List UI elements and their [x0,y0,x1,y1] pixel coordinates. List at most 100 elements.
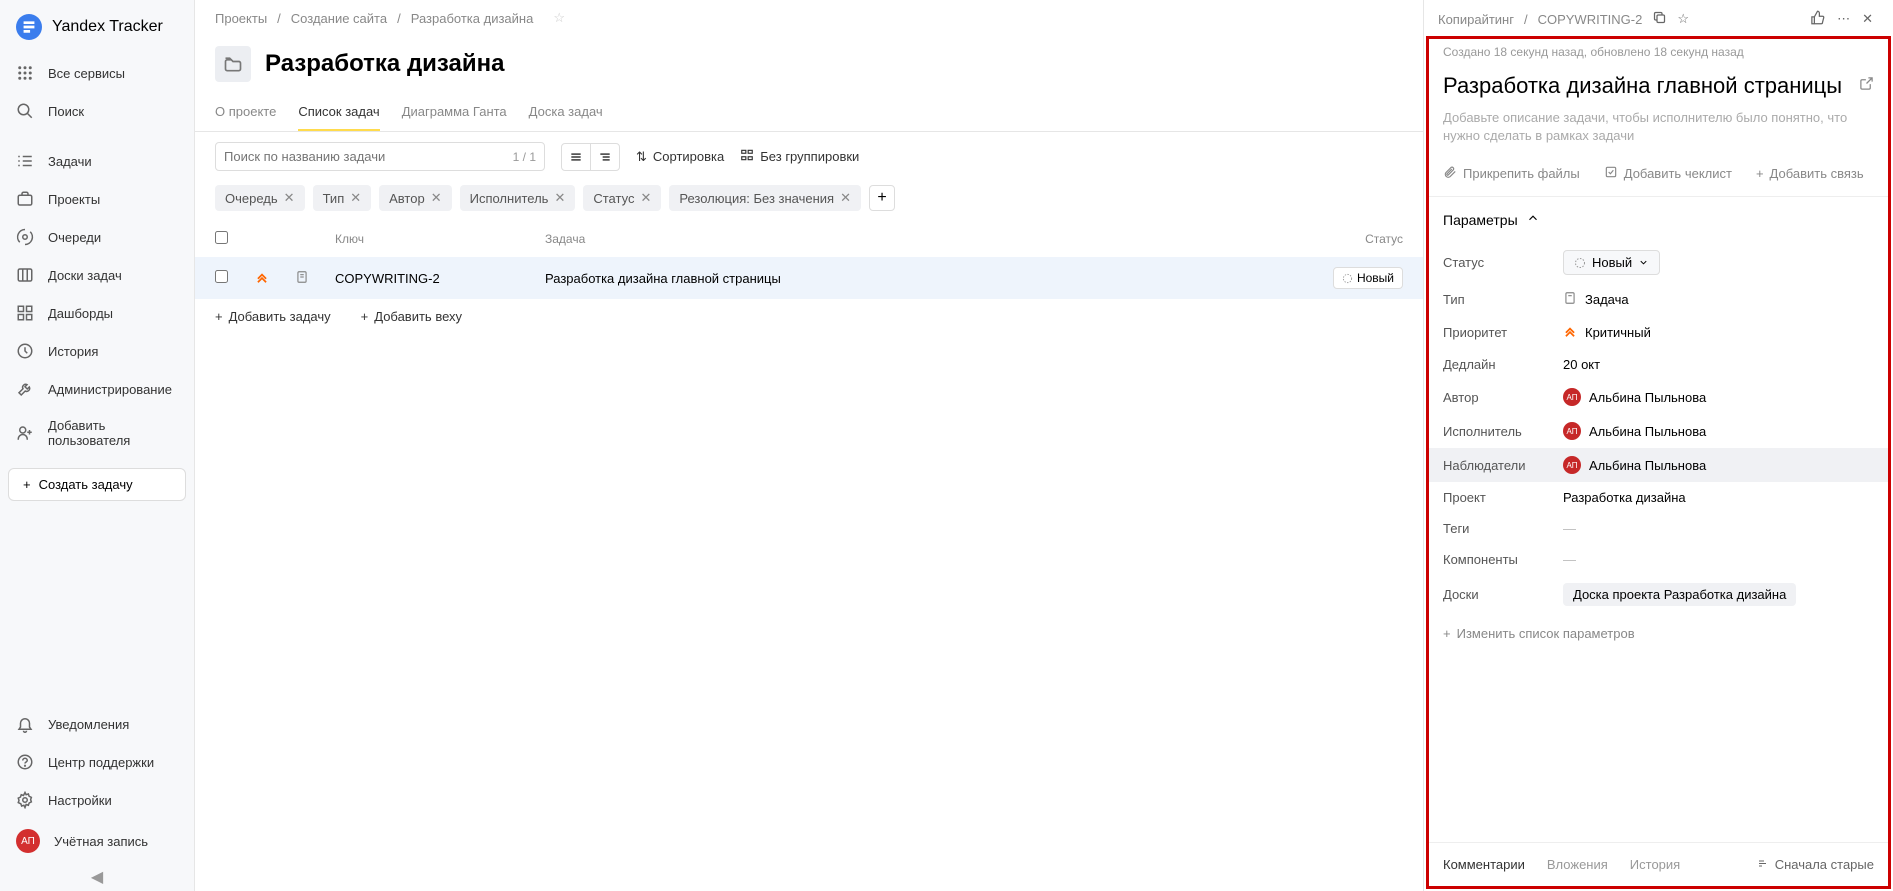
tab-gantt[interactable]: Диаграмма Ганта [402,96,507,131]
add-task-link[interactable]: +Добавить задачу [215,309,331,324]
close-icon[interactable]: ✕ [554,190,565,206]
sidebar-item-dashboards[interactable]: Дашборды [0,294,194,332]
params-header[interactable]: Параметры [1429,197,1888,242]
group-button[interactable]: Без группировки [740,148,859,165]
breadcrumb-l1[interactable]: Проекты [215,11,267,26]
filter-resolution[interactable]: Резолюция: Без значения✕ [669,185,861,211]
param-boards[interactable]: Доски Доска проекта Разработка дизайна [1429,575,1888,614]
tab-board[interactable]: Доска задач [529,96,603,131]
external-link-icon[interactable] [1859,76,1874,96]
add-filter-button[interactable]: + [869,185,895,211]
breadcrumb-l2[interactable]: Создание сайта [291,11,387,26]
close-icon[interactable]: ✕ [1862,11,1873,27]
group-icon [740,148,754,165]
plus-icon: + [23,477,31,492]
view-list-button[interactable] [561,143,591,171]
close-icon[interactable]: ✕ [350,190,361,206]
task-key: COPYWRITING-2 [335,271,545,286]
filter-assignee[interactable]: Исполнитель✕ [460,185,576,211]
add-link-button[interactable]: +Добавить связь [1756,165,1864,182]
thumbs-up-icon[interactable] [1810,10,1825,28]
page-header: Разработка дизайна [195,36,1423,86]
param-components[interactable]: Компоненты — [1429,544,1888,575]
task-name: Разработка дизайна главной страницы [545,271,1323,286]
toolbar: 1 / 1 ⇅ Сортировка Без группировки [195,132,1423,181]
filter-type[interactable]: Тип✕ [313,185,372,211]
select-all-checkbox[interactable] [215,231,228,244]
param-deadline[interactable]: Дедлайн 20 окт [1429,349,1888,380]
sidebar-item-support[interactable]: Центр поддержки [0,743,194,781]
create-task-button[interactable]: + Создать задачу [8,468,186,501]
col-key-header[interactable]: Ключ [335,232,545,246]
collapse-sidebar[interactable]: ◀ [0,863,194,891]
page-title: Разработка дизайна [265,50,504,78]
param-priority[interactable]: Приоритет Критичный [1429,316,1888,349]
sidebar-item-add-user[interactable]: Добавить пользователя [0,408,194,458]
search-input[interactable] [224,149,513,164]
filter-queue[interactable]: Очередь✕ [215,185,305,211]
sidebar-item-services[interactable]: Все сервисы [0,54,194,92]
status-selector[interactable]: Новый [1563,250,1660,275]
col-task-header[interactable]: Задача [545,232,1323,246]
brand-header[interactable]: Yandex Tracker [0,0,194,54]
sidebar-item-projects[interactable]: Проекты [0,180,194,218]
sidebar-item-admin[interactable]: Администрирование [0,370,194,408]
sort-button[interactable]: ⇅ Сортировка [636,149,724,165]
param-tags[interactable]: Теги — [1429,513,1888,544]
star-icon[interactable]: ☆ [553,10,565,26]
panel-bc2[interactable]: COPYWRITING-2 [1538,12,1643,27]
param-watchers[interactable]: Наблюдатели АПАльбина Пыльнова [1429,448,1888,482]
sidebar-item-notifications[interactable]: Уведомления [0,705,194,743]
breadcrumb-l3[interactable]: Разработка дизайна [411,11,534,26]
plus-icon: + [1756,166,1764,181]
params-title: Параметры [1443,212,1518,228]
sidebar-item-search[interactable]: Поиск [0,92,194,130]
sidebar-item-account[interactable]: АП Учётная запись [0,819,194,863]
param-assignee[interactable]: Исполнитель АПАльбина Пыльнова [1429,414,1888,448]
sidebar-item-tasks[interactable]: Задачи [0,142,194,180]
filter-author[interactable]: Автор✕ [379,185,451,211]
star-icon[interactable]: ☆ [1677,11,1689,27]
tab-attachments[interactable]: Вложения [1547,857,1608,872]
sidebar-item-queues[interactable]: Очереди [0,218,194,256]
close-icon[interactable]: ✕ [840,190,851,206]
sort-toggle[interactable]: Сначала старые [1757,857,1874,872]
row-checkbox[interactable] [215,270,228,283]
tab-history[interactable]: История [1630,857,1680,872]
sidebar-label: Поиск [48,104,84,119]
param-project[interactable]: Проект Разработка дизайна [1429,482,1888,513]
dashboard-icon [16,304,34,322]
paperclip-icon [1443,165,1457,182]
close-icon[interactable]: ✕ [284,190,295,206]
col-status-header[interactable]: Статус [1323,232,1403,246]
tab-task-list[interactable]: Список задач [298,96,379,131]
panel-title[interactable]: Разработка дизайна главной страницы [1443,73,1849,99]
view-tree-button[interactable] [590,143,620,171]
search-box[interactable]: 1 / 1 [215,142,545,171]
tab-about[interactable]: О проекте [215,96,276,131]
sidebar-label: Уведомления [48,717,129,732]
board-chip[interactable]: Доска проекта Разработка дизайна [1563,583,1796,606]
param-status: Статус Новый [1429,242,1888,283]
sort-label: Сортировка [653,149,724,164]
table-row[interactable]: COPYWRITING-2 Разработка дизайна главной… [195,257,1423,299]
attach-files-button[interactable]: Прикрепить файлы [1443,165,1580,182]
copy-icon[interactable] [1652,10,1667,28]
wrench-icon [16,380,34,398]
panel-bc1[interactable]: Копирайтинг [1438,12,1514,27]
sidebar-item-settings[interactable]: Настройки [0,781,194,819]
sidebar-item-history[interactable]: История [0,332,194,370]
param-author[interactable]: Автор АПАльбина Пыльнова [1429,380,1888,414]
filter-status[interactable]: Статус✕ [583,185,661,211]
close-icon[interactable]: ✕ [640,190,651,206]
close-icon[interactable]: ✕ [431,190,442,206]
more-icon[interactable]: ⋯ [1837,11,1850,27]
sidebar-label: Центр поддержки [48,755,154,770]
add-milestone-link[interactable]: +Добавить веху [361,309,462,324]
tab-comments[interactable]: Комментарии [1443,857,1525,872]
param-type[interactable]: Тип Задача [1429,283,1888,316]
change-params-button[interactable]: + Изменить список параметров [1429,614,1888,661]
panel-description[interactable]: Добавьте описание задачи, чтобы исполнит… [1429,109,1888,159]
sidebar-item-boards[interactable]: Доски задач [0,256,194,294]
add-checklist-button[interactable]: Добавить чеклист [1604,165,1732,182]
